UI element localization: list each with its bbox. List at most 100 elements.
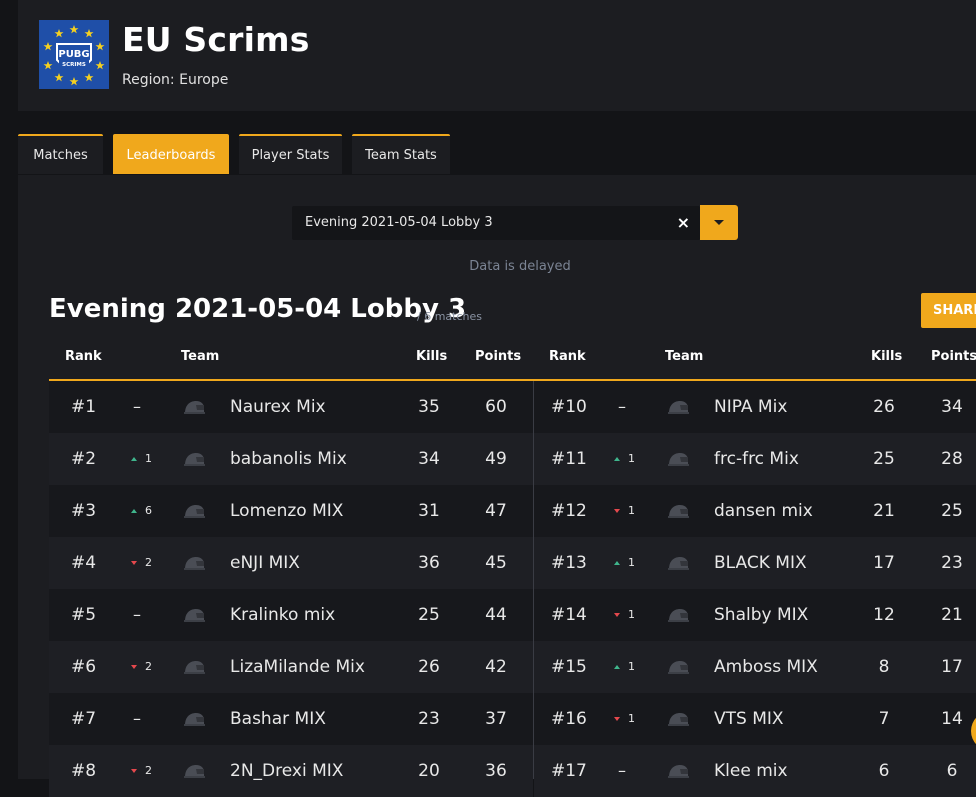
table-row[interactable]: #4 2 eNJI MIX 36 45 [49,537,533,589]
rank-change-value: – [133,397,141,416]
rank-change: 1 [614,485,635,537]
points-cell: 44 [485,605,507,625]
team-helmet-icon [666,711,690,731]
rank-cell: #4 [71,553,97,573]
team-name[interactable]: LizaMilande Mix [230,641,365,693]
rank-change: 1 [614,433,635,485]
rank-cell: #5 [71,605,97,625]
arrow-down-icon [131,561,137,565]
tab-player-stats[interactable]: Player Stats [239,134,342,174]
header-kills[interactable]: Kills [416,349,447,364]
kills-cell: 21 [873,501,895,521]
lobby-select-value: Evening 2021-05-04 Lobby 3 [305,215,493,230]
rank-change-value: 2 [145,764,152,777]
points-cell: 60 [485,397,507,417]
kills-cell: 35 [418,397,440,417]
share-button[interactable]: SHARE [921,293,976,328]
team-name[interactable]: Naurex Mix [230,381,326,433]
header-team[interactable]: Team [181,349,219,364]
rank-change: 1 [614,537,635,589]
lobby-select-dropdown-button[interactable] [700,205,738,240]
lobby-select[interactable]: Evening 2021-05-04 Lobby 3 × [292,206,700,240]
team-helmet-icon [182,711,206,731]
team-helmet-icon [666,399,690,419]
kills-cell: 17 [873,553,895,573]
rank-change: 2 [131,641,152,693]
table-row[interactable]: #2 1 babanolis Mix 34 49 [49,433,533,485]
tab-team-stats[interactable]: Team Stats [352,134,450,174]
team-name[interactable]: Bashar MIX [230,693,326,745]
kills-cell: 26 [873,397,895,417]
team-name[interactable]: dansen mix [714,485,813,537]
table-row[interactable]: #3 6 Lomenzo MIX 31 47 [49,485,533,537]
team-name[interactable]: Amboss MIX [714,641,818,693]
table-row[interactable]: #7 – Bashar MIX 23 37 [49,693,533,745]
points-cell: 25 [941,501,963,521]
table-row[interactable]: #17 – Klee mix 6 6 [534,745,976,797]
kills-cell: 25 [873,449,895,469]
kills-cell: 20 [418,761,440,781]
header-points[interactable]: Points [475,349,521,364]
table-row[interactable]: #12 1 dansen mix 21 25 [534,485,976,537]
header-kills[interactable]: Kills [871,349,902,364]
header-points[interactable]: Points [931,349,976,364]
header-rank[interactable]: Rank [65,349,102,364]
team-name[interactable]: VTS MIX [714,693,784,745]
points-cell: 47 [485,501,507,521]
league-logo: PUBG SCRIMS [39,20,109,89]
table-row[interactable]: #11 1 frc-frc Mix 25 28 [534,433,976,485]
team-name[interactable]: Shalby MIX [714,589,808,641]
rank-change: – [133,589,141,641]
table-row[interactable]: #10 – NIPA Mix 26 34 [534,381,976,433]
team-helmet-icon [666,451,690,471]
tab-leaderboards[interactable]: Leaderboards [113,134,229,174]
team-name[interactable]: babanolis Mix [230,433,347,485]
table-row[interactable]: #13 1 BLACK MIX 17 23 [534,537,976,589]
table-row[interactable]: #8 2 2N_Drexi MIX 20 36 [49,745,533,797]
kills-cell: 34 [418,449,440,469]
points-cell: 28 [941,449,963,469]
rank-cell: #16 [551,709,587,729]
team-name[interactable]: NIPA Mix [714,381,787,433]
league-region: Region: Europe [122,72,229,88]
rank-cell: #14 [551,605,587,625]
points-cell: 42 [485,657,507,677]
kills-cell: 6 [878,761,890,781]
column-divider [533,381,534,779]
team-name[interactable]: Lomenzo MIX [230,485,343,537]
team-helmet-icon [182,399,206,419]
data-delayed-note: Data is delayed [469,259,571,274]
arrow-up-icon [131,509,137,513]
table-row[interactable]: #15 1 Amboss MIX 8 17 [534,641,976,693]
points-cell: 36 [485,761,507,781]
rank-cell: #10 [551,397,587,417]
rank-cell: #13 [551,553,587,573]
rank-change: – [133,693,141,745]
table-row[interactable]: #6 2 LizaMilande Mix 26 42 [49,641,533,693]
rank-cell: #7 [71,709,97,729]
rank-change: 2 [131,745,152,797]
team-helmet-icon [182,555,206,575]
arrow-down-icon [614,613,620,617]
table-row[interactable]: #5 – Kralinko mix 25 44 [49,589,533,641]
points-cell: 37 [485,709,507,729]
header-team[interactable]: Team [665,349,703,364]
arrow-down-icon [131,665,137,669]
league-title: EU Scrims [122,20,310,59]
team-name[interactable]: eNJI MIX [230,537,300,589]
clear-icon[interactable]: × [677,206,690,240]
chevron-down-icon [714,220,724,225]
rank-change-value: 2 [145,660,152,673]
team-helmet-icon [182,503,206,523]
table-row[interactable]: #1 – Naurex Mix 35 60 [49,381,533,433]
team-name[interactable]: 2N_Drexi MIX [230,745,343,797]
tab-matches[interactable]: Matches [18,134,103,174]
team-name[interactable]: Klee mix [714,745,788,797]
table-row[interactable]: #14 1 Shalby MIX 12 21 [534,589,976,641]
header-rank[interactable]: Rank [549,349,586,364]
team-name[interactable]: BLACK MIX [714,537,807,589]
team-name[interactable]: frc-frc Mix [714,433,799,485]
table-row[interactable]: #16 1 VTS MIX 7 14 [534,693,976,745]
team-name[interactable]: Kralinko mix [230,589,335,641]
rank-cell: #17 [551,761,587,781]
